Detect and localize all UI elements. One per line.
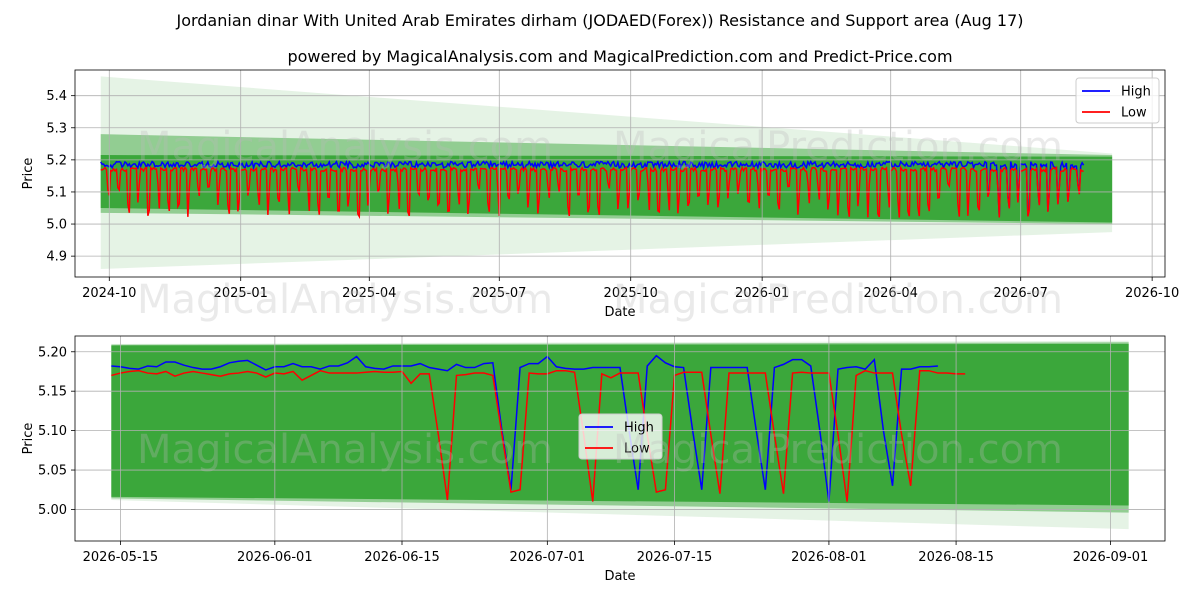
watermark-top-left: MagicalAnalysis.com bbox=[137, 124, 553, 170]
bottom-y-tick-label: 5.15 bbox=[38, 385, 67, 400]
bottom-y-tick-label: 5.20 bbox=[38, 345, 67, 360]
watermark-mid-left: MagicalAnalysis.com bbox=[137, 277, 553, 323]
top-y-tick-label: 4.9 bbox=[46, 250, 67, 265]
chart-subtitle: powered by MagicalAnalysis.com and Magic… bbox=[287, 47, 952, 66]
watermark-mid-right: MagicalPrediction.com bbox=[613, 277, 1063, 323]
top-y-tick-label: 5.3 bbox=[46, 121, 67, 136]
bottom-x-tick-label: 2026-09-01 bbox=[1073, 550, 1149, 565]
legend-label-high: High bbox=[1121, 85, 1151, 100]
watermark-bottom-right: MagicalPrediction.com bbox=[613, 427, 1063, 473]
bottom-y-tick-label: 5.00 bbox=[38, 503, 67, 518]
chart-title: Jordanian dinar With United Arab Emirate… bbox=[175, 11, 1023, 30]
bottom-x-tick-label: 2026-05-15 bbox=[83, 550, 159, 565]
legend-label-low: Low bbox=[1121, 106, 1147, 121]
watermark-bottom-left: MagicalAnalysis.com bbox=[137, 427, 553, 473]
bottom-x-tick-label: 2026-07-15 bbox=[637, 550, 713, 565]
top-legend: High Low bbox=[1075, 77, 1160, 124]
top-y-tick-label: 5.1 bbox=[46, 185, 67, 200]
top-plot-area bbox=[100, 76, 1113, 269]
bottom-y-axis-label: Price bbox=[21, 423, 36, 455]
top-y-tick-label: 5.2 bbox=[46, 153, 67, 168]
top-y-tick-label: 5.4 bbox=[46, 89, 67, 104]
bottom-y-tick-label: 5.10 bbox=[38, 424, 67, 439]
top-y-tick-label: 5.0 bbox=[46, 218, 67, 233]
bottom-x-axis-label: Date bbox=[604, 569, 635, 584]
top-y-axis-label: Price bbox=[21, 158, 36, 190]
bottom-x-tick-label: 2026-08-15 bbox=[918, 550, 994, 565]
bottom-x-tick-label: 2026-06-01 bbox=[237, 550, 313, 565]
bottom-x-tick-label: 2026-08-01 bbox=[791, 550, 867, 565]
figure: Jordanian dinar With United Arab Emirate… bbox=[21, 11, 1179, 584]
watermark-top-right: MagicalPrediction.com bbox=[613, 124, 1063, 170]
top-x-tick-label: 2024-10 bbox=[82, 286, 136, 301]
top-x-tick-label: 2026-10 bbox=[1125, 286, 1179, 301]
bottom-x-tick-label: 2026-07-01 bbox=[510, 550, 586, 565]
bottom-y-tick-label: 5.05 bbox=[38, 464, 67, 479]
bottom-x-tick-label: 2026-06-15 bbox=[364, 550, 440, 565]
